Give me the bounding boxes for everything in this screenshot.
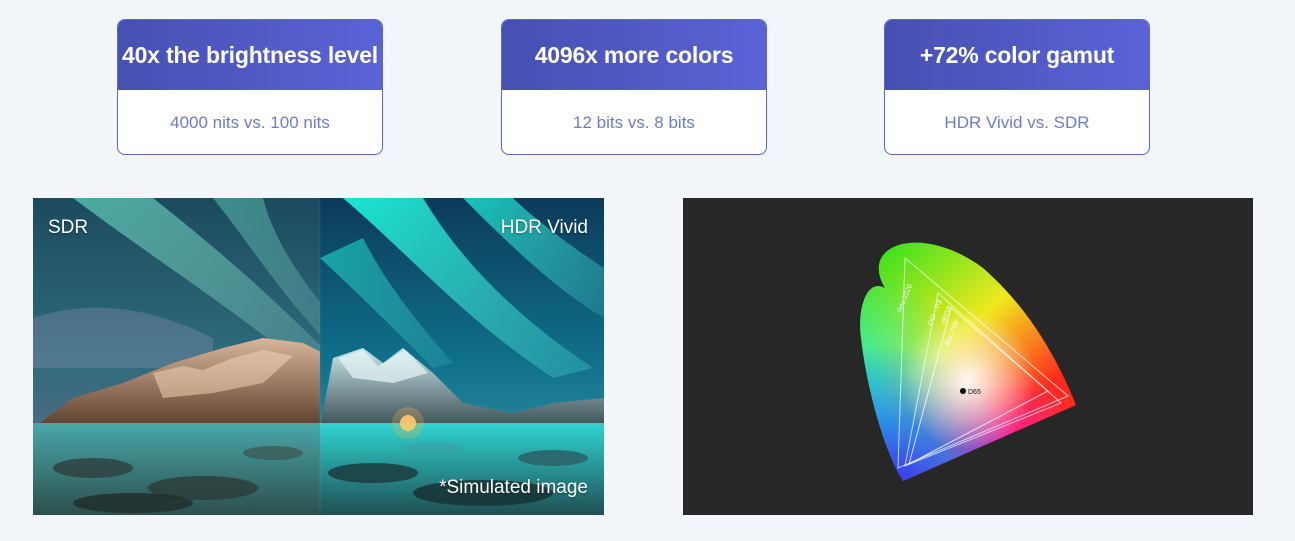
- stat-card-detail: 4000 nits vs. 100 nits: [170, 113, 330, 132]
- stat-card-headline: +72% color gamut: [885, 20, 1149, 90]
- stat-card-headline: 40x the brightness level: [118, 20, 382, 90]
- aurora-landscape-illustration: [33, 198, 604, 515]
- stat-card-detail: HDR Vivid vs. SDR: [944, 113, 1090, 132]
- stat-card-gamut: +72% color gamut HDR Vivid vs. SDR: [884, 19, 1150, 155]
- stat-card-brightness: 40x the brightness level 4000 nits vs. 1…: [117, 19, 383, 155]
- d65-label: D65: [968, 389, 981, 396]
- stat-card-detail: 12 bits vs. 8 bits: [573, 113, 695, 132]
- color-gamut-diagram: Rec.2020 DCI - P3 sRGB Rec.709 D65: [683, 198, 1253, 515]
- sdr-hdr-comparison-image: SDR HDR Vivid *Simulated image: [33, 198, 604, 515]
- stat-card-headline: 4096x more colors: [502, 20, 766, 90]
- simulated-image-note: *Simulated image: [439, 477, 588, 498]
- stat-card-colors: 4096x more colors 12 bits vs. 8 bits: [501, 19, 767, 155]
- d65-whitepoint-marker: [960, 388, 966, 394]
- hdr-vivid-label: HDR Vivid: [500, 217, 588, 238]
- cie-chromaticity-diagram: Rec.2020 DCI - P3 sRGB Rec.709 D65: [860, 242, 1076, 482]
- sdr-label: SDR: [48, 217, 89, 238]
